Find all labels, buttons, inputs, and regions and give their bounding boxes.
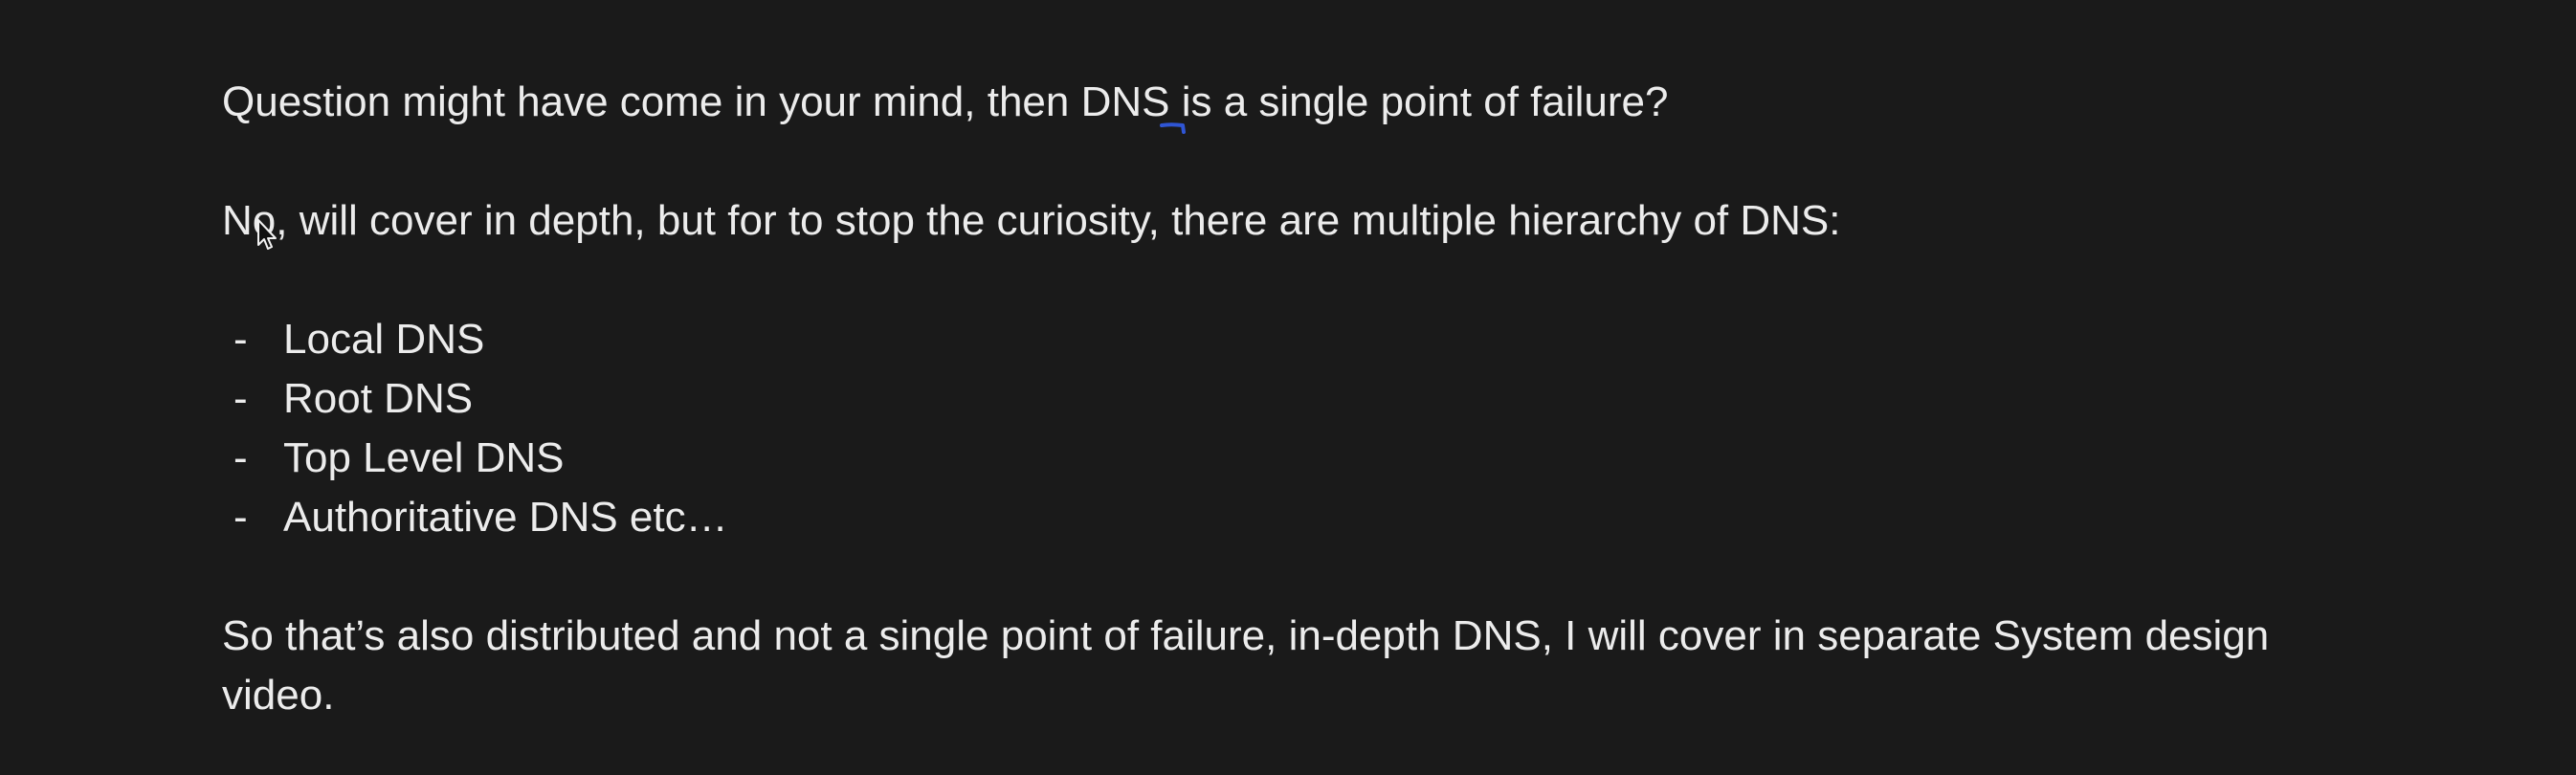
- list-dash: -: [233, 494, 248, 541]
- list-dash: -: [233, 434, 248, 481]
- list-item-label: Root DNS: [283, 375, 474, 422]
- list-dash: -: [233, 375, 248, 422]
- list-item: - Root DNS: [222, 369, 473, 429]
- pen-annotation-mark: [1160, 122, 1186, 134]
- list-dash: -: [233, 316, 248, 363]
- list-item: - Authoritative DNS etc…: [222, 488, 728, 547]
- mouse-pointer-icon: [257, 219, 277, 250]
- list-item: - Top Level DNS: [222, 429, 564, 488]
- list-item-label: Authoritative DNS etc…: [283, 494, 728, 541]
- list-item-label: Local DNS: [283, 316, 485, 363]
- list-item-label: Top Level DNS: [283, 434, 565, 481]
- question-paragraph: Question might have come in your mind, t…: [222, 78, 1669, 125]
- list-item: - Local DNS: [222, 310, 484, 369]
- answer-paragraph: No, will cover in depth, but for to stop…: [222, 197, 1841, 244]
- conclusion-paragraph-line-1: So that’s also distributed and not a sin…: [222, 612, 2270, 659]
- conclusion-paragraph-line-2: video.: [222, 672, 335, 719]
- document-page: Question might have come in your mind, t…: [0, 0, 2576, 775]
